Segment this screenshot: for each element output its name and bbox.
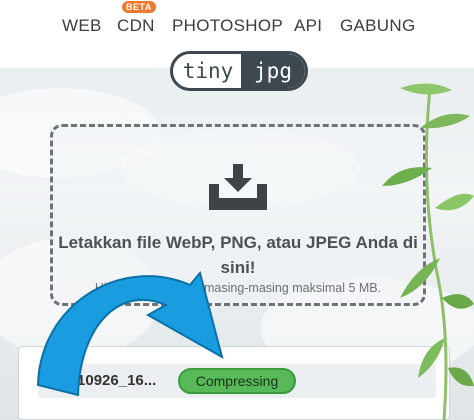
curved-arrow-annotation	[36, 270, 224, 397]
nav-photoshop[interactable]: PHOTOSHOP	[172, 16, 283, 36]
logo-tiny-text: tiny	[182, 59, 234, 83]
nav-web[interactable]: WEB	[62, 16, 102, 36]
tinyjpg-logo[interactable]: tiny jpg	[170, 51, 308, 91]
nav-cdn[interactable]: CDN	[117, 16, 155, 36]
download-tray-icon	[209, 164, 267, 210]
logo-jpg-text: jpg	[241, 54, 305, 88]
beta-badge: BETA	[122, 1, 156, 13]
nav-api[interactable]: API	[294, 16, 322, 36]
nav-gabung[interactable]: GABUNG	[340, 16, 415, 36]
bamboo-decoration	[382, 83, 474, 420]
